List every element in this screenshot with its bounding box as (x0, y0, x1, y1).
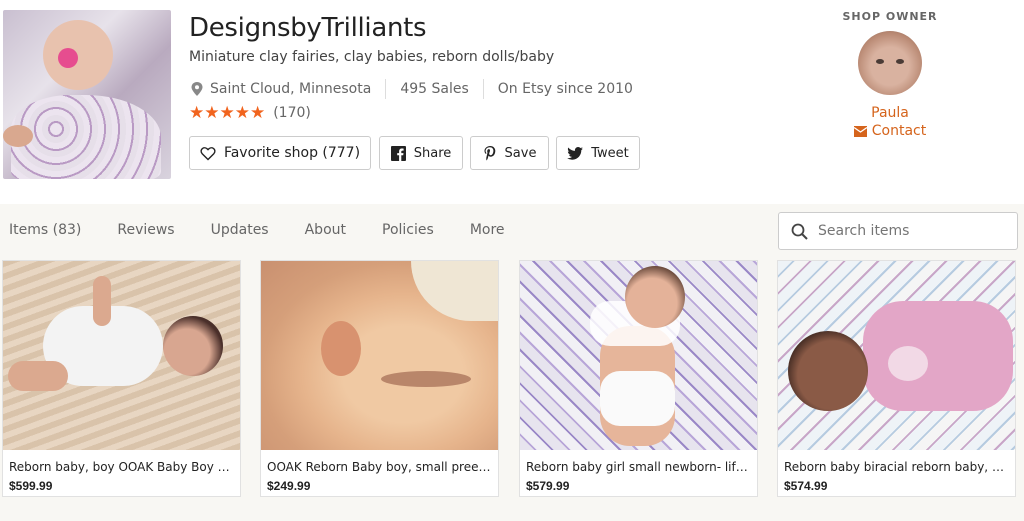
shop-meta: Saint Cloud, Minnesota 495 Sales On Etsy… (190, 78, 633, 100)
avatar[interactable] (858, 31, 922, 95)
listing-title[interactable]: Reborn baby girl small newborn- life lik… (526, 460, 754, 474)
shop-owner-panel: SHOP OWNER Paula Contact (840, 10, 940, 139)
listing-card[interactable]: Reborn baby girl small newborn- life lik… (519, 260, 758, 497)
location-pin-icon (191, 82, 203, 96)
listing-image[interactable] (520, 261, 757, 450)
tab-about[interactable]: About (305, 222, 346, 238)
listing-title[interactable]: OOAK Reborn Baby boy, small preemie (267, 460, 495, 474)
shop-since: On Etsy since 2010 (497, 81, 633, 97)
contact-link[interactable]: Contact (840, 123, 940, 139)
rating-count[interactable]: (170) (273, 105, 311, 121)
listing-image[interactable] (3, 261, 240, 450)
listing-title[interactable]: Reborn baby, boy OOAK Baby Boy Reborn (9, 460, 237, 474)
heart-icon (200, 146, 216, 161)
contact-label: Contact (871, 123, 927, 139)
twitter-icon (567, 146, 584, 160)
tab-policies[interactable]: Policies (382, 222, 434, 238)
shop-icon-image[interactable] (3, 10, 171, 179)
search-icon (791, 223, 808, 240)
shop-name: DesignsbyTrilliants (189, 13, 427, 43)
listing-image[interactable] (778, 261, 1015, 450)
listing-image[interactable] (261, 261, 498, 450)
shop-location: Saint Cloud, Minnesota (210, 81, 372, 97)
owner-name-link[interactable]: Paula (840, 105, 940, 121)
envelope-icon (853, 125, 867, 137)
favorite-shop-label: Favorite shop (777) (223, 145, 361, 161)
shop-header: DesignsbyTrilliants Miniature clay fairi… (0, 0, 1024, 204)
shop-sales[interactable]: 495 Sales (400, 81, 468, 97)
tweet-label: Tweet (591, 145, 629, 161)
tab-reviews[interactable]: Reviews (117, 222, 174, 238)
listing-price: $599.99 (9, 479, 53, 493)
save-label: Save (504, 145, 537, 161)
share-label: Share (413, 145, 452, 161)
save-button[interactable]: Save (470, 136, 549, 170)
shop-listings-section: Items (83) Reviews Updates About Policie… (0, 204, 1024, 521)
listing-price: $249.99 (267, 479, 311, 493)
listing-card[interactable]: Reborn baby biracial reborn baby, AA bab… (777, 260, 1016, 497)
listing-price: $574.99 (784, 479, 828, 493)
divider (482, 79, 484, 99)
search-box[interactable] (778, 212, 1018, 250)
listing-card[interactable]: Reborn baby, boy OOAK Baby Boy Reborn $5… (2, 260, 241, 497)
tab-items[interactable]: Items (83) (9, 222, 81, 238)
pinterest-icon (483, 145, 497, 161)
divider (385, 79, 387, 99)
tab-updates[interactable]: Updates (211, 222, 269, 238)
star-rating-icon: ★★★★★ (189, 103, 266, 122)
tab-more[interactable]: More (470, 222, 505, 238)
shop-tagline: Miniature clay fairies, clay babies, reb… (189, 49, 555, 65)
favorite-shop-button[interactable]: Favorite shop (777) (189, 136, 371, 170)
shop-tabs: Items (83) Reviews Updates About Policie… (9, 222, 541, 238)
listing-card[interactable]: OOAK Reborn Baby boy, small preemie $249… (260, 260, 499, 497)
tweet-button[interactable]: Tweet (556, 136, 640, 170)
shop-owner-label: SHOP OWNER (842, 10, 938, 23)
listing-title[interactable]: Reborn baby biracial reborn baby, AA bab… (784, 460, 1012, 474)
listing-price: $579.99 (526, 479, 570, 493)
shop-rating[interactable]: ★★★★★ (170) (189, 103, 311, 123)
share-button[interactable]: Share (379, 136, 463, 170)
facebook-icon (390, 145, 406, 161)
search-input[interactable] (818, 223, 998, 239)
